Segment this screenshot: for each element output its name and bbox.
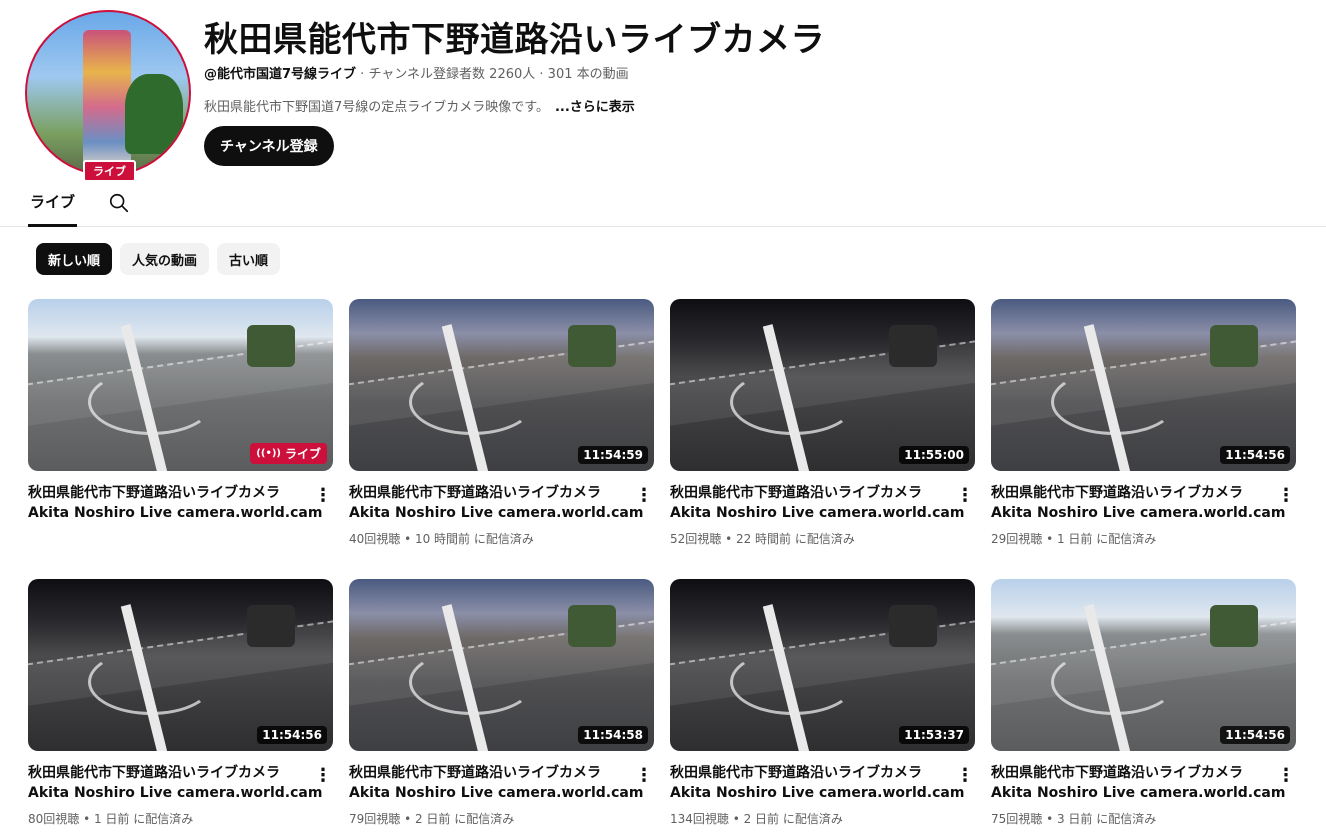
sort-chip-newest[interactable]: 新しい順 <box>36 243 113 275</box>
video-title-line2: Akita Noshiro Live camera.world.cam <box>349 785 644 801</box>
thumbnail-hedge <box>889 325 937 367</box>
video-title[interactable]: 秋田県能代市下野道路沿いライブカメラ Akita Noshiro Live ca… <box>349 763 643 803</box>
video-card[interactable]: 11:54:56 秋田県能代市下野道路沿いライブカメラ Akita Noshir… <box>991 299 1296 549</box>
video-thumbnail[interactable]: 11:54:56 <box>28 579 333 751</box>
video-card[interactable]: 11:53:37 秋田県能代市下野道路沿いライブカメラ Akita Noshir… <box>670 579 975 829</box>
tab-live[interactable]: ライブ <box>28 180 78 227</box>
video-title[interactable]: 秋田県能代市下野道路沿いライブカメラ Akita Noshiro Live ca… <box>991 483 1285 523</box>
avatar-tower-graphic <box>83 30 131 170</box>
video-title-line1: 秋田県能代市下野道路沿いライブカメラ <box>349 765 601 781</box>
avatar-image <box>25 10 191 176</box>
channel-meta: @能代市国道7号線ライブ · チャンネル登録者数 2260人 · 301 本の動… <box>204 63 629 82</box>
video-duration: 11:53:37 <box>899 726 969 744</box>
video-title[interactable]: 秋田県能代市下野道路沿いライブカメラ Akita Noshiro Live ca… <box>28 483 322 523</box>
video-meta: 40回視聴 • 10 時間前 に配信済み <box>349 532 534 546</box>
live-badge: ((•)) ライブ <box>250 443 327 464</box>
broadcast-icon: ((•)) <box>256 448 281 459</box>
video-meta: 52回視聴 • 22 時間前 に配信済み <box>670 532 855 546</box>
more-options-icon[interactable]: ⋮ <box>955 765 975 786</box>
avatar-live-badge: ライブ <box>83 160 136 182</box>
video-thumbnail[interactable]: 11:53:37 <box>670 579 975 751</box>
video-meta: 75回視聴 • 3 日前 に配信済み <box>991 812 1157 826</box>
live-badge-label: ライブ <box>284 447 321 461</box>
video-title-line2: Akita Noshiro Live camera.world.cam <box>670 505 965 521</box>
search-icon[interactable] <box>108 192 130 214</box>
video-title-line2: Akita Noshiro Live camera.world.cam <box>991 505 1286 521</box>
thumbnail-hedge <box>247 605 295 647</box>
video-title-line2: Akita Noshiro Live camera.world.cam <box>991 785 1286 801</box>
video-card[interactable]: 11:55:00 秋田県能代市下野道路沿いライブカメラ Akita Noshir… <box>670 299 975 549</box>
thumbnail-hedge <box>1210 325 1258 367</box>
video-title-line1: 秋田県能代市下野道路沿いライブカメラ <box>670 485 922 501</box>
channel-handle: @能代市国道7号線ライブ <box>204 67 357 82</box>
video-card[interactable]: 11:54:56 秋田県能代市下野道路沿いライブカメラ Akita Noshir… <box>28 579 333 829</box>
video-card[interactable]: 11:54:59 秋田県能代市下野道路沿いライブカメラ Akita Noshir… <box>349 299 654 549</box>
video-title-line2: Akita Noshiro Live camera.world.cam <box>349 505 644 521</box>
video-title-line2: Akita Noshiro Live camera.world.cam <box>670 785 965 801</box>
channel-tabs: ライブ <box>0 180 1326 227</box>
sort-chip-popular[interactable]: 人気の動画 <box>120 243 210 275</box>
video-thumbnail[interactable]: ((•)) ライブ <box>28 299 333 471</box>
video-thumbnail[interactable]: 11:54:59 <box>349 299 654 471</box>
video-duration: 11:54:56 <box>1220 726 1290 744</box>
thumbnail-hedge <box>568 325 616 367</box>
channel-page: ライブ 秋田県能代市下野道路沿いライブカメラ @能代市国道7号線ライブ · チャ… <box>0 0 1326 837</box>
video-meta: 29回視聴 • 1 日前 に配信済み <box>991 532 1157 546</box>
video-title[interactable]: 秋田県能代市下野道路沿いライブカメラ Akita Noshiro Live ca… <box>670 763 964 803</box>
channel-description[interactable]: 秋田県能代市下野国道7号線の定点ライブカメラ映像です。 ...さらに表示 <box>204 96 635 115</box>
video-title[interactable]: 秋田県能代市下野道路沿いライブカメラ Akita Noshiro Live ca… <box>349 483 643 523</box>
video-duration: 11:54:58 <box>578 726 648 744</box>
video-card[interactable]: 11:54:56 秋田県能代市下野道路沿いライブカメラ Akita Noshir… <box>991 579 1296 829</box>
video-title-line1: 秋田県能代市下野道路沿いライブカメラ <box>991 485 1243 501</box>
thumbnail-hedge <box>247 325 295 367</box>
more-options-icon[interactable]: ⋮ <box>1276 485 1296 506</box>
video-title-line1: 秋田県能代市下野道路沿いライブカメラ <box>670 765 922 781</box>
video-title-line1: 秋田県能代市下野道路沿いライブカメラ <box>28 485 280 501</box>
thumbnail-hedge <box>889 605 937 647</box>
video-meta: 134回視聴 • 2 日前 に配信済み <box>670 812 843 826</box>
video-duration: 11:55:00 <box>899 446 969 464</box>
video-thumbnail[interactable]: 11:54:56 <box>991 579 1296 751</box>
avatar-tree-graphic <box>125 74 183 154</box>
video-thumbnail[interactable]: 11:54:56 <box>991 299 1296 471</box>
channel-stats: · チャンネル登録者数 2260人 · 301 本の動画 <box>356 67 629 82</box>
channel-title: 秋田県能代市下野道路沿いライブカメラ <box>204 20 825 60</box>
video-duration: 11:54:59 <box>578 446 648 464</box>
more-options-icon[interactable]: ⋮ <box>634 485 654 506</box>
show-more-link[interactable]: ...さらに表示 <box>555 100 635 115</box>
video-duration: 11:54:56 <box>257 726 327 744</box>
more-options-icon[interactable]: ⋮ <box>634 765 654 786</box>
video-title[interactable]: 秋田県能代市下野道路沿いライブカメラ Akita Noshiro Live ca… <box>28 763 322 803</box>
channel-description-text: 秋田県能代市下野国道7号線の定点ライブカメラ映像です。 <box>204 100 549 115</box>
video-grid: ((•)) ライブ 秋田県能代市下野道路沿いライブカメラ Akita Noshir… <box>28 299 1296 829</box>
video-title-line2: Akita Noshiro Live camera.world.cam <box>28 785 323 801</box>
video-thumbnail[interactable]: 11:55:00 <box>670 299 975 471</box>
video-meta: 79回視聴 • 2 日前 に配信済み <box>349 812 515 826</box>
thumbnail-hedge <box>568 605 616 647</box>
channel-avatar[interactable]: ライブ <box>25 10 191 182</box>
sort-chip-oldest[interactable]: 古い順 <box>217 243 281 275</box>
more-options-icon[interactable]: ⋮ <box>1276 765 1296 786</box>
sort-chips: 新しい順 人気の動画 古い順 <box>36 243 281 275</box>
video-duration: 11:54:56 <box>1220 446 1290 464</box>
video-card[interactable]: ((•)) ライブ 秋田県能代市下野道路沿いライブカメラ Akita Noshir… <box>28 299 333 549</box>
video-thumbnail[interactable]: 11:54:58 <box>349 579 654 751</box>
video-title[interactable]: 秋田県能代市下野道路沿いライブカメラ Akita Noshiro Live ca… <box>991 763 1285 803</box>
more-options-icon[interactable]: ⋮ <box>313 485 333 506</box>
subscribe-button[interactable]: チャンネル登録 <box>204 126 334 166</box>
video-title-line2: Akita Noshiro Live camera.world.cam <box>28 505 323 521</box>
more-options-icon[interactable]: ⋮ <box>313 765 333 786</box>
more-options-icon[interactable]: ⋮ <box>955 485 975 506</box>
video-title-line1: 秋田県能代市下野道路沿いライブカメラ <box>28 765 280 781</box>
video-meta: 80回視聴 • 1 日前 に配信済み <box>28 812 194 826</box>
video-title[interactable]: 秋田県能代市下野道路沿いライブカメラ Akita Noshiro Live ca… <box>670 483 964 523</box>
thumbnail-hedge <box>1210 605 1258 647</box>
video-title-line1: 秋田県能代市下野道路沿いライブカメラ <box>991 765 1243 781</box>
video-card[interactable]: 11:54:58 秋田県能代市下野道路沿いライブカメラ Akita Noshir… <box>349 579 654 829</box>
video-title-line1: 秋田県能代市下野道路沿いライブカメラ <box>349 485 601 501</box>
